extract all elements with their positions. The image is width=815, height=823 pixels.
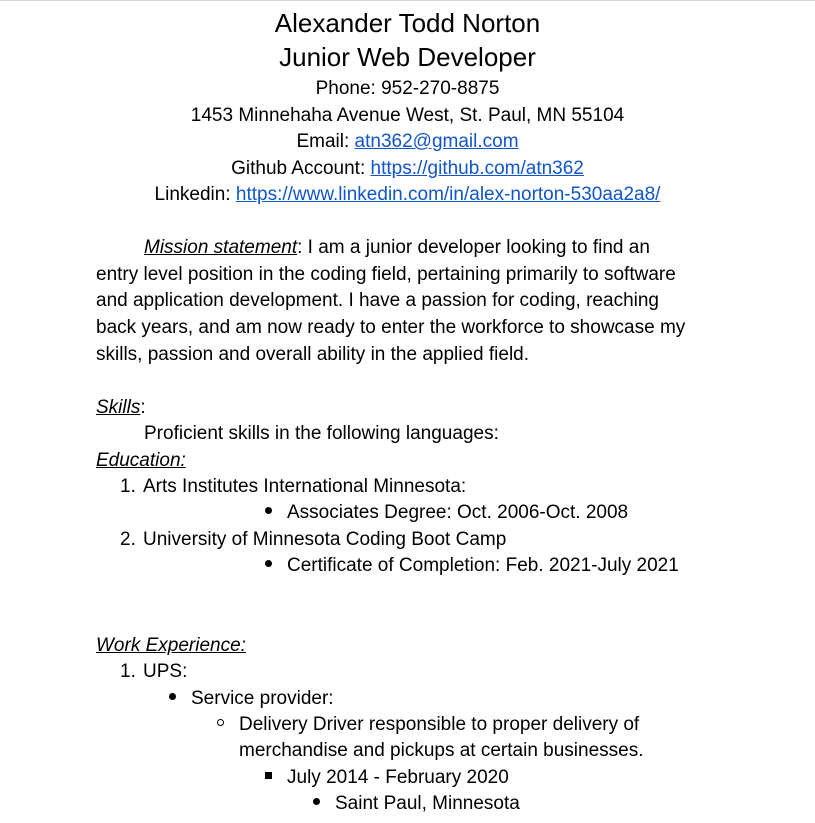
bullet-dot-icon (265, 560, 272, 568)
github-line: Github Account: https://github.com/atn36… (0, 159, 815, 178)
work-dates: July 2014 - February 2020 (287, 767, 509, 788)
mission-line-5: skills, passion and overall ability in t… (96, 344, 530, 365)
education-detail-text-2: Certificate of Completion: Feb. 2021-Jul… (287, 555, 679, 576)
work-role: Service provider: (191, 688, 334, 709)
skills-text: Proficient skills in the following langu… (144, 423, 499, 444)
education-school-2: University of Minnesota Coding Boot Camp (143, 529, 507, 550)
work-desc-text-1: Delivery Driver responsible to proper de… (239, 714, 640, 735)
education-num-1: 1. (120, 476, 136, 497)
work-desc-line-1: Delivery Driver responsible to proper de… (217, 715, 639, 734)
resume-name: Alexander Todd Norton (274, 8, 541, 38)
github-link[interactable]: https://github.com/atn362 (371, 158, 584, 179)
education-item-2: 2. University of Minnesota Coding Boot C… (120, 529, 506, 550)
bullet-dot-icon (169, 693, 176, 701)
education-school-1: Arts Institutes International Minnesota: (143, 476, 467, 497)
bullet-dot-icon (313, 798, 320, 806)
resume-title: Junior Web Developer (279, 42, 536, 72)
mission-line-3: and application development. I have a pa… (96, 290, 659, 311)
email-link[interactable]: atn362@gmail.com (355, 131, 519, 152)
work-heading: Work Experience: (96, 635, 246, 656)
work-location-line: Saint Paul, Minnesota (313, 794, 520, 813)
bullet-square-icon (265, 772, 272, 780)
mission-line-4: back years, and am now ready to enter th… (96, 317, 686, 338)
education-detail-text-1: Associates Degree: Oct. 2006-Oct. 2008 (287, 502, 629, 523)
github-label: Github Account: (231, 158, 371, 179)
work-role-line: Service provider: (169, 689, 334, 708)
education-item-1: 1. Arts Institutes International Minneso… (120, 476, 466, 497)
page-top-border (0, 0, 815, 1)
linkedin-line: Linkedin: https://www.linkedin.com/in/al… (0, 185, 815, 204)
education-heading: Education: (96, 450, 186, 471)
work-item-1: 1. UPS: (120, 661, 187, 682)
education-num-2: 2. (120, 529, 136, 550)
education-detail-2: Certificate of Completion: Feb. 2021-Jul… (265, 556, 679, 575)
work-location: Saint Paul, Minnesota (335, 793, 520, 814)
work-desc-line-2: merchandise and pickups at certain busin… (239, 740, 644, 761)
bullet-circle-icon (217, 719, 224, 727)
skills-label: Skills (96, 397, 141, 418)
skills-colon: : (140, 397, 146, 418)
work-num-1: 1. (120, 661, 136, 682)
mission-line-1: Mission statement: I am a junior develop… (144, 238, 650, 257)
email-label: Email: (296, 131, 355, 152)
phone-line: Phone: 952-270-8875 (315, 78, 500, 99)
skills-heading: Skills: (96, 398, 146, 417)
linkedin-link[interactable]: https://www.linkedin.com/in/alex-norton-… (236, 184, 661, 205)
linkedin-label: Linkedin: (154, 184, 236, 205)
bullet-dot-icon (265, 507, 272, 515)
work-employer: UPS: (143, 661, 188, 682)
work-dates-line: July 2014 - February 2020 (265, 768, 509, 787)
mission-text-1: : I am a junior developer looking to fin… (297, 237, 650, 258)
education-detail-1: Associates Degree: Oct. 2006-Oct. 2008 (265, 503, 628, 522)
mission-label: Mission statement (144, 237, 298, 258)
address-line: 1453 Minnehaha Avenue West, St. Paul, MN… (190, 105, 625, 126)
email-line: Email: atn362@gmail.com (0, 132, 815, 151)
mission-line-2: entry level position in the coding field… (96, 264, 676, 285)
